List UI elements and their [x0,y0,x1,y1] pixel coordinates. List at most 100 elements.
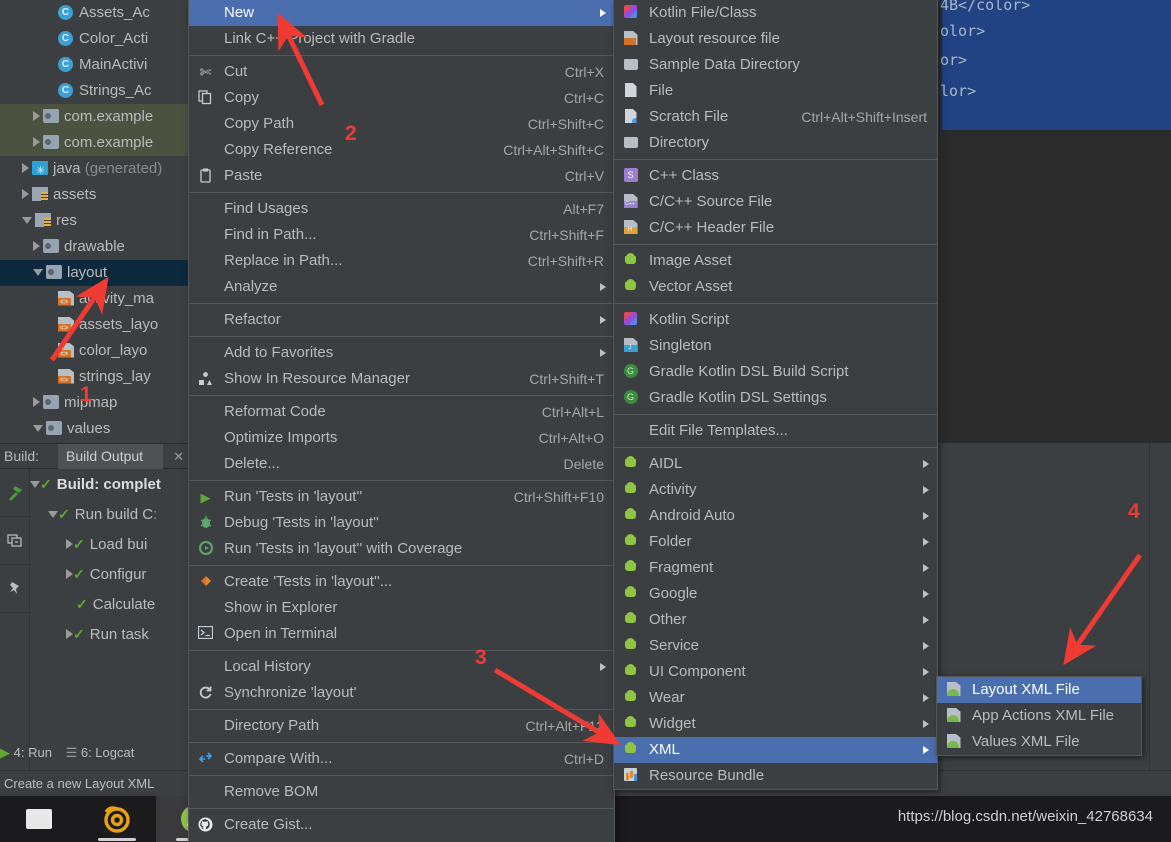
menu-item[interactable]: Add to Favorites [189,340,614,366]
chevron-right-icon[interactable] [33,111,40,122]
code-editor[interactable]: 4B</color> olor> or> lor> [938,0,1171,443]
tab-logcat[interactable]: ☰ 6: Logcat [66,745,135,761]
tab-build-output[interactable]: Build Output [58,444,164,469]
menu-item[interactable]: Singleton [614,333,937,359]
chevron-down-icon[interactable] [33,424,43,432]
menu-item[interactable]: ▶ Run 'Tests in 'layout'' Ctrl+Shift+F10 [189,484,614,510]
menu-item[interactable]: Optimize Imports Ctrl+Alt+O [189,425,614,451]
chevron-down-icon[interactable] [30,480,40,488]
menu-item[interactable]: Delete... Delete [189,451,614,477]
taskbar-item-snail[interactable] [78,796,156,842]
tree-item[interactable]: com.example [0,130,188,156]
menu-item[interactable]: Vector Asset [614,274,937,300]
menu-item[interactable]: Open in Terminal [189,621,614,647]
chevron-right-icon[interactable] [33,397,40,408]
menu-item[interactable]: Show In Resource Manager Ctrl+Shift+T [189,366,614,392]
menu-item[interactable]: Show in Explorer [189,595,614,621]
menu-item[interactable]: Convert Java File to Kotlin FileCtrl+Alt… [189,838,614,842]
menu-item[interactable]: Service [614,633,937,659]
menu-item[interactable]: ✄ Cut Ctrl+X [189,59,614,85]
tree-item[interactable]: MainActivi [0,52,188,78]
menu-item[interactable]: Gradle Kotlin DSL Build Script [614,359,937,385]
menu-item[interactable]: C/C++ Header File [614,215,937,241]
tree-item[interactable]: Assets_Ac [0,0,188,26]
build-row[interactable]: ✓ Load bui [30,529,188,559]
tree-item[interactable]: Strings_Ac [0,78,188,104]
close-icon[interactable]: ✕ [173,449,184,465]
menu-item[interactable]: Activity [614,477,937,503]
chevron-down-icon[interactable] [22,216,32,224]
chevron-right-icon[interactable] [22,163,29,174]
project-tree[interactable]: Assets_Ac Color_Acti MainActivi Strings_Acc… [0,0,188,443]
menu-item[interactable]: Create Gist... [189,812,614,838]
menu-item[interactable]: Layout resource file [614,26,937,52]
menu-item[interactable]: Compare With... Ctrl+D [189,746,614,772]
menu-item[interactable]: Sample Data Directory [614,52,937,78]
menu-item[interactable]: Directory Path Ctrl+Alt+F12 [189,713,614,739]
menu-item[interactable]: Directory [614,130,937,156]
build-row[interactable]: ✓ Configur [30,559,188,589]
menu-item[interactable]: C/C++ Source File [614,189,937,215]
chevron-right-icon[interactable] [33,137,40,148]
menu-item[interactable]: Analyze [189,274,614,300]
menu-item[interactable]: Kotlin File/Class [614,0,937,26]
menu-item[interactable]: Other [614,607,937,633]
menu-item[interactable]: Copy Path Ctrl+Shift+C [189,111,614,137]
tree-item[interactable]: com.example [0,104,188,130]
menu-item[interactable]: Fragment [614,555,937,581]
chevron-right-icon[interactable] [66,569,73,580]
menu-item[interactable]: Android Auto [614,503,937,529]
menu-item[interactable]: Replace in Path... Ctrl+Shift+R [189,248,614,274]
menu-item[interactable]: Wear [614,685,937,711]
chevron-right-icon[interactable] [66,539,73,550]
chevron-down-icon[interactable] [48,510,58,518]
chevron-right-icon[interactable] [22,189,29,200]
menu-item[interactable]: Layout XML File [937,677,1141,703]
menu-item[interactable]: App Actions XML File [937,703,1141,729]
hammer-icon[interactable] [0,469,29,517]
menu-item[interactable]: Run 'Tests in 'layout'' with Coverage [189,536,614,562]
menu-item[interactable]: Find Usages Alt+F7 [189,196,614,222]
tree-item[interactable]: assets [0,182,188,208]
xml-submenu[interactable]: Layout XML File App Actions XML File Value… [936,676,1142,756]
menu-item[interactable]: Reformat Code Ctrl+Alt+L [189,399,614,425]
menu-item[interactable]: Copy Ctrl+C [189,85,614,111]
menu-item[interactable]: Folder [614,529,937,555]
menu-item[interactable]: Widget [614,711,937,737]
menu-item[interactable]: Values XML File [937,729,1141,755]
menu-item[interactable]: New [189,0,614,26]
chevron-right-icon[interactable] [66,629,73,640]
tree-item[interactable]: res [0,208,188,234]
menu-item[interactable]: Link C++ Project with Gradle [189,26,614,52]
new-submenu[interactable]: Kotlin File/Class Layout resource file Sam… [613,0,938,790]
menu-item[interactable]: Remove BOM [189,779,614,805]
build-row[interactable]: ✓ Run task [30,619,188,649]
menu-item[interactable]: Edit File Templates... [614,418,937,444]
expand-window-icon[interactable] [0,517,29,565]
menu-item[interactable]: Copy Reference Ctrl+Alt+Shift+C [189,137,614,163]
taskbar-item-explorer[interactable] [0,796,78,842]
build-output-tree[interactable]: ✓ Build: complet ✓ Run build C: ✓ Load bui ✓ Co… [30,469,188,773]
tree-item[interactable]: assets_layo [0,312,188,338]
menu-item[interactable]: C++ Class [614,163,937,189]
build-row[interactable]: ✓ Calculate [30,589,188,619]
menu-item[interactable]: Debug 'Tests in 'layout'' [189,510,614,536]
tab-run[interactable]: ▶ 4: Run [0,745,52,761]
context-menu[interactable]: New Link C++ Project with Gradle ✄ Cut Ctrl+… [188,0,615,842]
tree-item[interactable]: activity_ma [0,286,188,312]
menu-item[interactable]: Synchronize 'layout' [189,680,614,706]
tree-item[interactable]: Color_Acti [0,26,188,52]
tree-item[interactable]: mipmap [0,390,188,416]
tree-item[interactable]: java (generated) [0,156,188,184]
build-row[interactable]: ✓ Build: complet [30,469,188,499]
menu-item[interactable]: XML [614,737,937,763]
menu-item[interactable]: Create 'Tests in 'layout''... [189,569,614,595]
tree-item[interactable]: drawable [0,234,188,260]
menu-item[interactable]: Resource Bundle [614,763,937,789]
menu-item[interactable]: Refactor [189,307,614,333]
pin-icon[interactable] [0,565,29,613]
tree-item[interactable]: strings_lay [0,364,188,390]
chevron-down-icon[interactable] [33,268,43,276]
menu-item[interactable]: Find in Path... Ctrl+Shift+F [189,222,614,248]
menu-item[interactable]: Gradle Kotlin DSL Settings [614,385,937,411]
